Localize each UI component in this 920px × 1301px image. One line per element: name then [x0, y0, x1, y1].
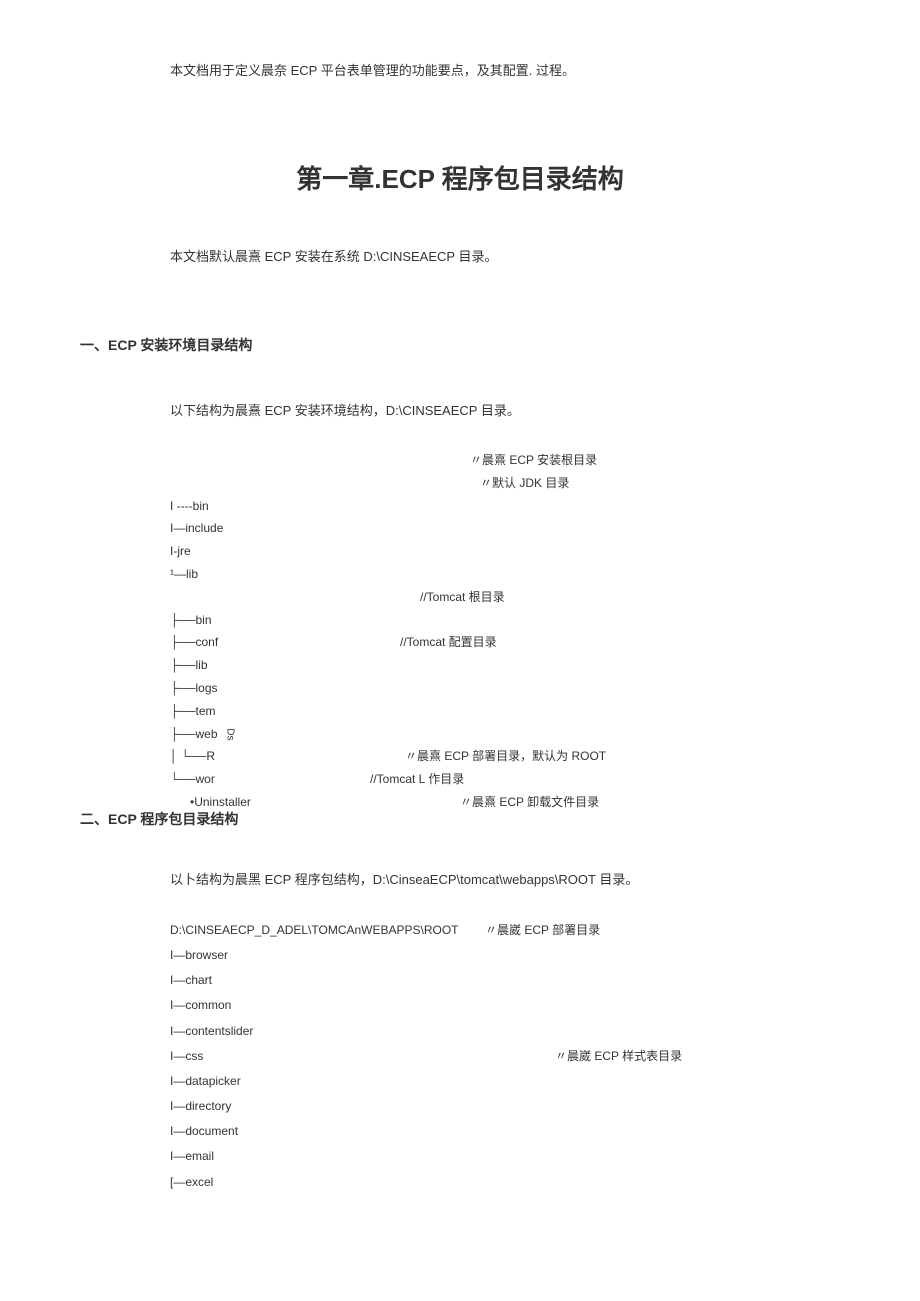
chapter-title: 第一章.ECP 程序包目录结构 [80, 159, 840, 196]
section-2-desc: 以卜结构为晨黑 ECP 程序包结构，D:\CinseaECP\tomcat\we… [170, 869, 840, 888]
tree-label: I—directory [170, 1094, 485, 1119]
tree-label: └──wor [170, 768, 370, 791]
tree-label: I—email [170, 1144, 485, 1169]
tree-label: I—css [170, 1044, 555, 1069]
tree-label: ├──bin [170, 609, 400, 632]
tree-label: D:\CINSEAECP_D_ADEL\TOMCAnWEBAPPS\ROOT [170, 918, 485, 943]
tree-label: I—browser [170, 943, 485, 968]
doc-intro: 本文档用于定义晨奈 ECP 平台表单管理的功能要点，及其配置. 过程。 [170, 60, 840, 79]
tree-label: I—chart [170, 968, 485, 993]
tree-label: I—document [170, 1119, 485, 1144]
tree-comment: 〃晨熹 ECP 部署目录，默认为 ROOT [405, 745, 606, 768]
section-1-desc: 以下结构为晨熹 ECP 安装环境结构，D:\CINSEAECP 目录。 [170, 400, 840, 419]
tree-label: ├──logs [170, 677, 400, 700]
tree-label: I—contentslider [170, 1019, 485, 1044]
tree-comment: 〃晨熹 ECP 安装根目录 [470, 449, 597, 472]
tree-label: ¹—lib [170, 563, 400, 586]
tree-comment: 〃默认 JDK 目录 [480, 472, 569, 495]
tree-comment: //Tomcat L 作目录 [370, 768, 464, 791]
tree-label: I—datapicker [170, 1069, 485, 1094]
chapter-subtitle: 本文档默认晨熹 ECP 安装在系统 D:\CINSEAECP 目录。 [170, 246, 840, 265]
tree-label: I—include [170, 517, 400, 540]
tree-label: ├──tem [170, 700, 400, 723]
rotated-text: Ds [216, 728, 239, 740]
section-1-tree: 〃晨熹 ECP 安装根目录 〃默认 JDK 目录 I ----bin I—inc… [170, 449, 840, 814]
tree-comment: 〃晨崴 ECP 样式表目录 [555, 1044, 682, 1069]
tree-label: │ └──R [170, 745, 405, 768]
tree-label: I—common [170, 993, 485, 1018]
tree-comment: //Tomcat 配置目录 [400, 631, 497, 654]
tree-comment: //Tomcat 根目录 [420, 586, 505, 609]
tree-label: I ----bin [170, 495, 400, 518]
tree-label: ├──lib [170, 654, 400, 677]
tree-label: I-jre [170, 540, 400, 563]
tree-label: [—excel [170, 1170, 485, 1195]
tree-label: ├──web [170, 723, 218, 746]
tree-label: ├──conf [170, 631, 400, 654]
tree-comment: 〃晨崴 ECP 部署目录 [485, 918, 600, 943]
tree-comment: 〃晨熹 ECP 卸载文件目录 [460, 791, 599, 814]
section-2-tree: D:\CINSEAECP_D_ADEL\TOMCAnWEBAPPS\ROOT〃晨… [170, 918, 840, 1195]
section-1-heading: 一、ECP 安装环境目录结构 [80, 335, 840, 355]
